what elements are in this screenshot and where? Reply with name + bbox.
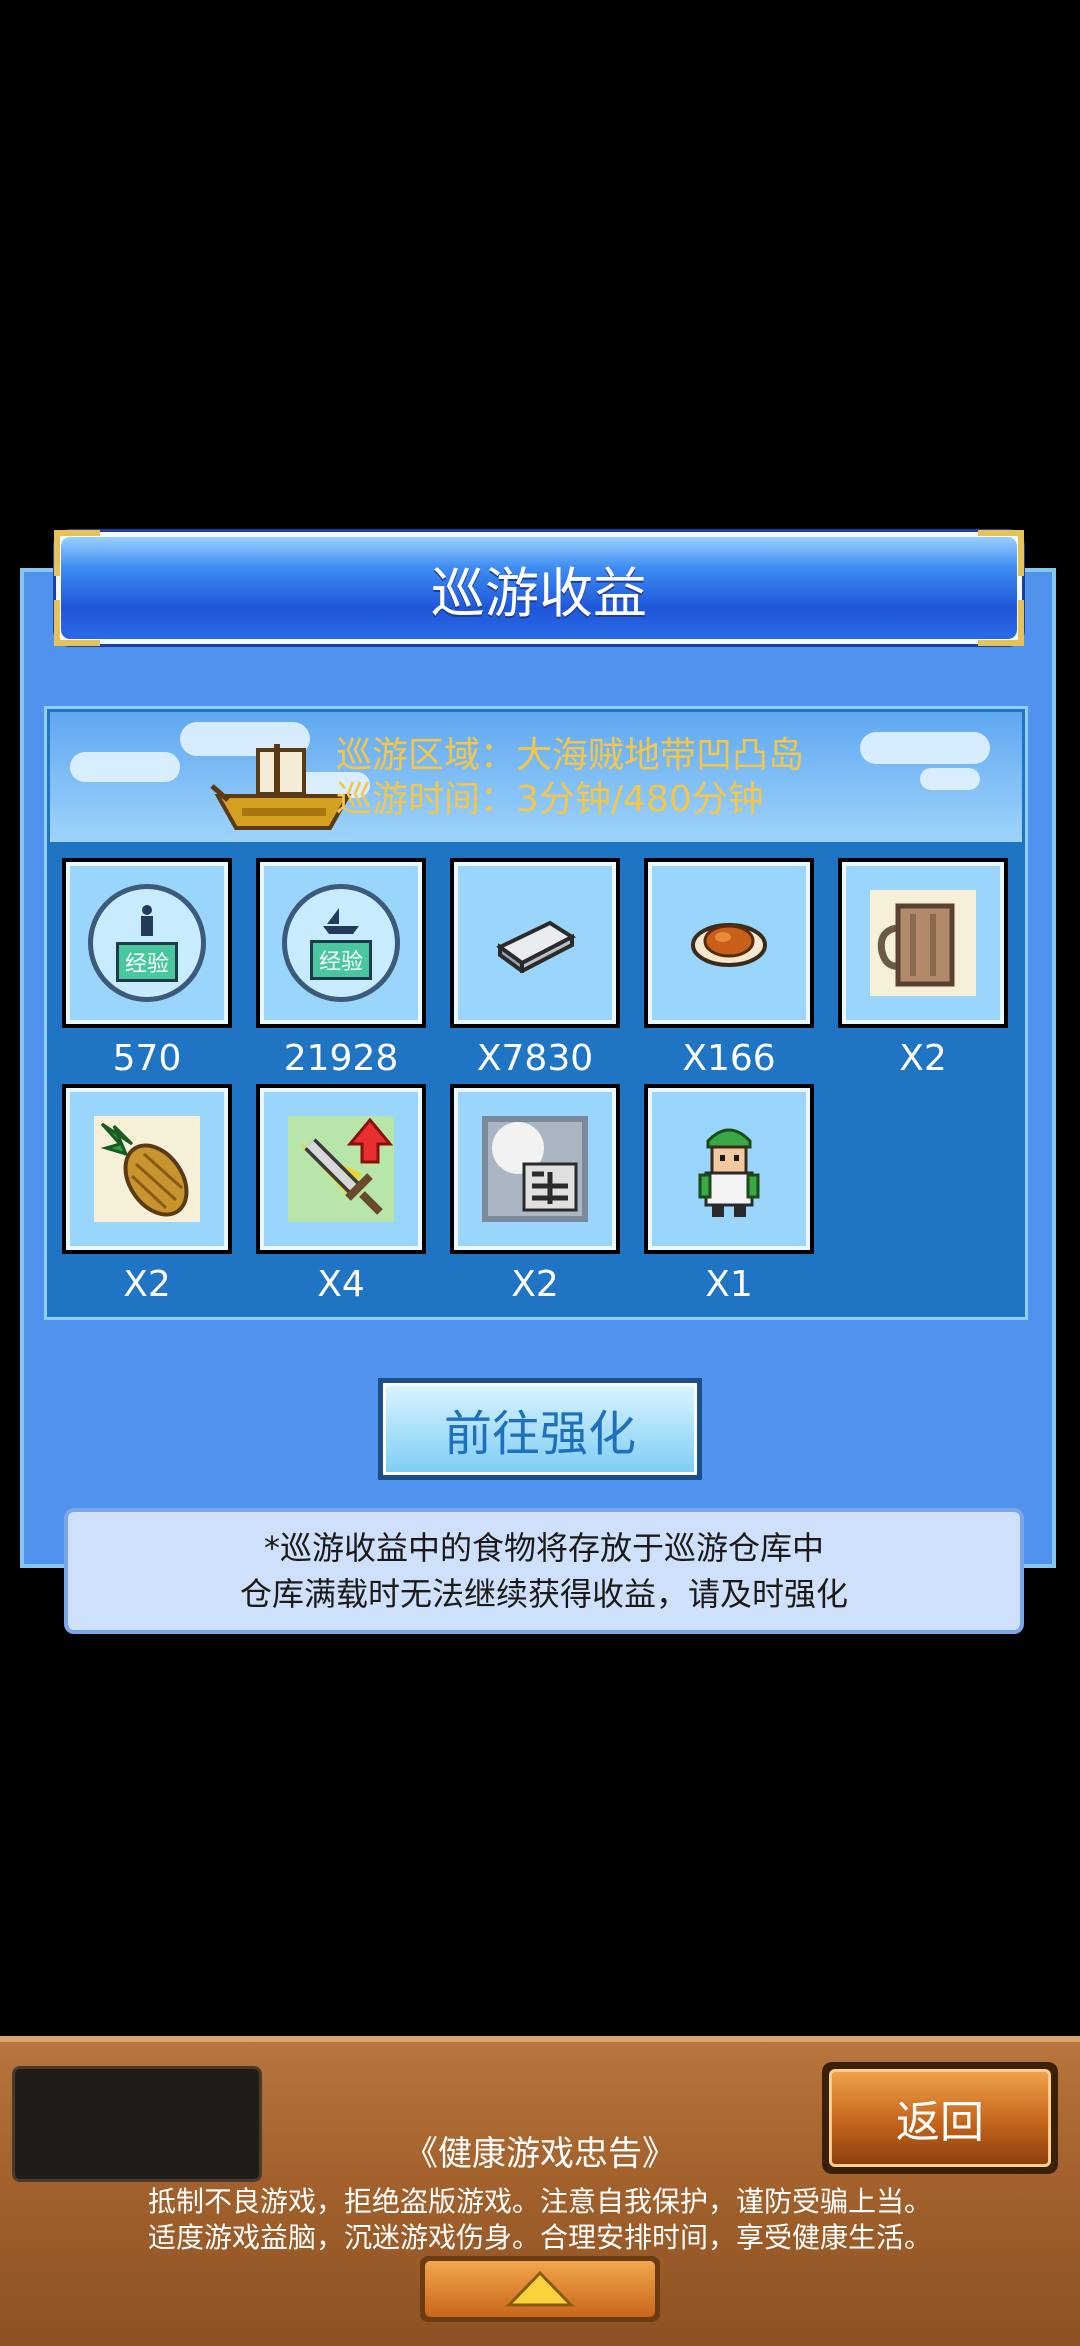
reward-count: X2 [899,1038,947,1079]
pineapple-icon [94,1116,200,1222]
reward-count: X7830 [476,1038,594,1079]
reward-count: X166 [682,1038,776,1079]
corner-ornament-icon [978,530,1024,576]
reward-count: X2 [123,1264,171,1305]
silver-card-icon [482,1116,588,1222]
wooden-mug-icon [870,890,976,996]
silver-ingot-icon [496,920,576,973]
reward-slot-4[interactable] [644,858,814,1028]
cloud-decoration [70,752,180,782]
reward-count: X2 [511,1264,559,1305]
reward-slot-8[interactable] [450,1084,620,1254]
health-advice-title: 《健康游戏忠告》 [404,2134,676,2174]
person-exp-badge-icon: 经验 [88,884,206,1002]
reward-slot-6[interactable] [62,1084,232,1254]
dialog-title: 巡游收益 [431,561,647,625]
storage-note: *巡游收益中的食物将存放于巡游仓库中 仓库满载时无法继续获得收益，请及时强化 [64,1508,1024,1634]
reward-slot-7[interactable] [256,1084,426,1254]
note-line-2: 仓库满载时无法继续获得收益，请及时强化 [239,1575,848,1613]
reward-slot-3[interactable] [450,858,620,1028]
expand-button[interactable] [420,2256,660,2322]
sword-upgrade-icon [288,1116,394,1222]
reward-slot-1[interactable]: 经验 [62,858,232,1028]
health-advice-line-2: 适度游戏益脑，沉迷游戏伤身。合理安排时间，享受健康生活。 [147,2221,932,2254]
dialog-title-bar: 巡游收益 [56,532,1022,644]
go-upgrade-button[interactable]: 前往强化 [378,1378,702,1480]
note-line-1: *巡游收益中的食物将存放于巡游仓库中 [263,1529,824,1567]
cruise-area-text: 巡游区域：大海贼地带凹凸岛 [336,735,805,776]
corner-ornament-icon [54,530,100,576]
reward-slot-9[interactable] [644,1084,814,1254]
reward-slot-5[interactable] [838,858,1008,1028]
reward-count: X1 [705,1264,753,1305]
reward-count: X4 [317,1264,365,1305]
reward-count: 570 [112,1038,182,1079]
cruise-time-text: 巡游时间：3分钟/480分钟 [336,779,764,820]
go-upgrade-label: 前往强化 [383,1383,697,1475]
up-arrow-icon [505,2270,575,2307]
cloud-decoration [860,732,990,764]
roast-meat-icon [691,923,767,967]
green-pirate-character-icon [698,1128,760,1217]
health-advice-line-1: 抵制不良游戏，拒绝盗版游戏。注意自我保护，谨防受骗上当。 [147,2185,932,2218]
reward-slot-2[interactable]: 经验 [256,858,426,1028]
corner-ornament-icon [54,600,100,646]
ship-exp-badge-icon: 经验 [282,884,400,1002]
reward-count: 21928 [283,1038,399,1079]
corner-ornament-icon [978,600,1024,646]
cloud-decoration [920,768,980,790]
